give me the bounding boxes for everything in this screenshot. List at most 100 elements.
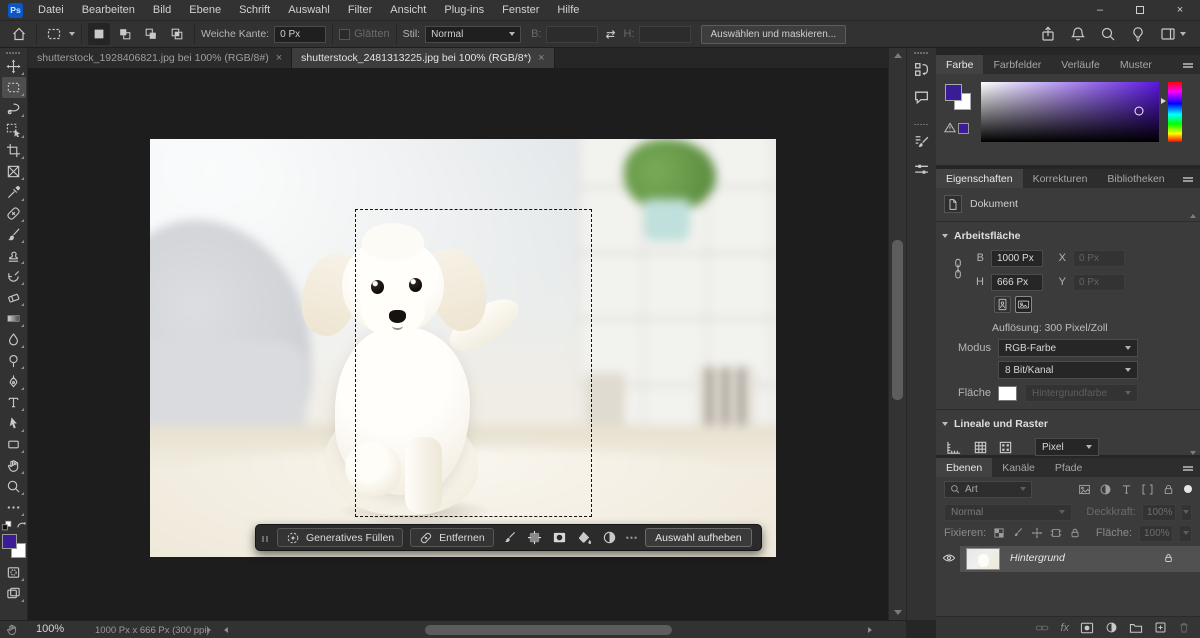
status-expand-icon[interactable] bbox=[207, 627, 211, 633]
dock-grip[interactable] bbox=[914, 52, 929, 54]
selection-marquee[interactable] bbox=[355, 209, 592, 517]
horizontal-scroll-thumb[interactable] bbox=[425, 625, 672, 635]
history-brush-tool[interactable] bbox=[2, 266, 26, 287]
selection-mode-add-button[interactable] bbox=[114, 23, 136, 45]
zoom-tool[interactable] bbox=[2, 476, 26, 497]
screen-mode-button[interactable] bbox=[2, 583, 26, 604]
color-picker-dot[interactable] bbox=[1135, 106, 1144, 115]
new-adjustment-layer-button[interactable] bbox=[1105, 621, 1118, 634]
tool-preset-button[interactable] bbox=[43, 23, 65, 45]
adjustment-button[interactable] bbox=[601, 529, 619, 547]
layer-filter-toggle[interactable] bbox=[1184, 485, 1192, 493]
crop-tool[interactable] bbox=[2, 140, 26, 161]
gamut-warning-icon[interactable] bbox=[944, 122, 956, 133]
menu-bild[interactable]: Bild bbox=[144, 0, 180, 20]
tab-ebenen[interactable]: Ebenen bbox=[936, 458, 992, 477]
tool-preset-chevron-icon[interactable] bbox=[69, 32, 75, 36]
selection-mode-intersect-button[interactable] bbox=[166, 23, 188, 45]
dodge-tool[interactable] bbox=[2, 350, 26, 371]
document-dimensions[interactable]: 1000 Px x 666 Px (300 ppi) bbox=[95, 625, 210, 636]
object-selection-tool[interactable] bbox=[2, 119, 26, 140]
menu-auswahl[interactable]: Auswahl bbox=[279, 0, 339, 20]
vertical-scroll-thumb[interactable] bbox=[892, 240, 903, 400]
scroll-down-icon[interactable] bbox=[894, 610, 902, 615]
workspace-chevron-icon[interactable] bbox=[1180, 32, 1186, 36]
canvas-width-input[interactable]: 1000 Px bbox=[991, 250, 1043, 267]
swap-dimensions-button[interactable] bbox=[600, 23, 622, 45]
lasso-tool[interactable] bbox=[2, 98, 26, 119]
discover-button[interactable] bbox=[1130, 26, 1146, 42]
hscroll-right-icon[interactable] bbox=[868, 627, 872, 633]
tab-korrekturen[interactable]: Korrekturen bbox=[1023, 169, 1098, 188]
layer-effects-button[interactable]: fx bbox=[1060, 622, 1069, 634]
zoom-level[interactable]: 100% bbox=[36, 623, 64, 635]
brush-tool[interactable] bbox=[2, 224, 26, 245]
document-tab-1[interactable]: shutterstock_1928406821.jpg bei 100% (RG… bbox=[28, 48, 292, 68]
comments-panel-button[interactable] bbox=[909, 86, 935, 110]
layer-name[interactable]: Hintergrund bbox=[1010, 552, 1065, 564]
selection-mode-new-button[interactable] bbox=[88, 23, 110, 45]
fill-selection-button[interactable] bbox=[576, 529, 594, 547]
eraser-tool[interactable] bbox=[2, 287, 26, 308]
transform-selection-button[interactable] bbox=[526, 529, 544, 547]
add-layer-mask-button[interactable] bbox=[1080, 622, 1094, 634]
toolbar-grip[interactable] bbox=[6, 52, 21, 54]
document-tab-2[interactable]: shutterstock_2481313225.jpg bei 100% (RG… bbox=[292, 48, 554, 68]
layer-filter-dropdown[interactable]: Art bbox=[944, 481, 1032, 498]
canvas-section-header[interactable]: Arbeitsfläche bbox=[936, 226, 1200, 246]
tab-muster[interactable]: Muster bbox=[1110, 55, 1162, 74]
brush-settings-panel-button[interactable] bbox=[909, 129, 935, 153]
menu-ansicht[interactable]: Ansicht bbox=[381, 0, 435, 20]
taskbar-more-button[interactable]: ••• bbox=[626, 533, 638, 543]
frame-tool[interactable] bbox=[2, 161, 26, 182]
foreground-color-well[interactable] bbox=[945, 84, 962, 101]
eyedropper-tool[interactable] bbox=[2, 182, 26, 203]
menu-fenster[interactable]: Fenster bbox=[493, 0, 548, 20]
menu-plugins[interactable]: Plug-ins bbox=[435, 0, 493, 20]
photo-canvas[interactable] bbox=[150, 139, 776, 557]
style-dropdown[interactable]: Normal bbox=[425, 26, 521, 43]
tab-close-icon[interactable]: × bbox=[538, 52, 544, 64]
rulers-section-header[interactable]: Lineale und Raster bbox=[936, 414, 1200, 434]
height-ratio-input[interactable] bbox=[639, 26, 691, 43]
layer-visibility-eye-icon[interactable] bbox=[942, 552, 956, 564]
home-button[interactable] bbox=[8, 23, 30, 45]
notifications-button[interactable] bbox=[1070, 26, 1086, 42]
panel-menu-icon[interactable] bbox=[1183, 177, 1193, 179]
link-dimensions-icon[interactable] bbox=[952, 256, 964, 282]
quick-mask-button[interactable] bbox=[2, 562, 26, 583]
gradient-tool[interactable] bbox=[2, 308, 26, 329]
panel-scroll-down-icon[interactable] bbox=[1190, 451, 1196, 455]
tab-pfade[interactable]: Pfade bbox=[1045, 458, 1092, 477]
menu-ebene[interactable]: Ebene bbox=[180, 0, 230, 20]
menu-filter[interactable]: Filter bbox=[339, 0, 381, 20]
orientation-landscape-button[interactable] bbox=[1015, 296, 1032, 313]
grid-toggle-button[interactable] bbox=[973, 440, 988, 455]
color-field[interactable] bbox=[981, 82, 1159, 142]
width-ratio-input[interactable] bbox=[546, 26, 598, 43]
layer-lock-icon[interactable] bbox=[1163, 552, 1174, 564]
antialias-checkbox[interactable] bbox=[339, 29, 350, 40]
generative-fill-button[interactable]: Generatives Füllen bbox=[277, 528, 403, 547]
rulers-toggle-button[interactable] bbox=[946, 440, 963, 455]
bit-depth-dropdown[interactable]: 8 Bit/Kanal bbox=[998, 361, 1138, 379]
panel-menu-icon[interactable] bbox=[1183, 63, 1193, 65]
tab-verlaeufe[interactable]: Verläufe bbox=[1051, 55, 1110, 74]
scroll-up-icon[interactable] bbox=[894, 53, 902, 58]
menu-bearbeiten[interactable]: Bearbeiten bbox=[73, 0, 144, 20]
hscroll-left-icon[interactable] bbox=[224, 627, 228, 633]
units-dropdown[interactable]: Pixel bbox=[1035, 438, 1099, 456]
window-restore-button[interactable] bbox=[1120, 0, 1160, 20]
selection-mode-subtract-button[interactable] bbox=[140, 23, 162, 45]
tab-kanaele[interactable]: Kanäle bbox=[992, 458, 1045, 477]
orientation-portrait-button[interactable] bbox=[994, 296, 1011, 313]
canvas-fill-swatch[interactable] bbox=[998, 386, 1017, 401]
tool-options-panel-button[interactable] bbox=[909, 157, 935, 181]
window-close-button[interactable]: × bbox=[1160, 0, 1200, 20]
pixel-grid-toggle-button[interactable] bbox=[998, 440, 1013, 455]
shape-tool[interactable] bbox=[2, 434, 26, 455]
hue-slider[interactable] bbox=[1168, 82, 1182, 142]
clone-stamp-tool[interactable] bbox=[2, 245, 26, 266]
remove-tool-button[interactable]: Entfernen bbox=[410, 528, 494, 547]
search-button[interactable] bbox=[1100, 26, 1116, 42]
